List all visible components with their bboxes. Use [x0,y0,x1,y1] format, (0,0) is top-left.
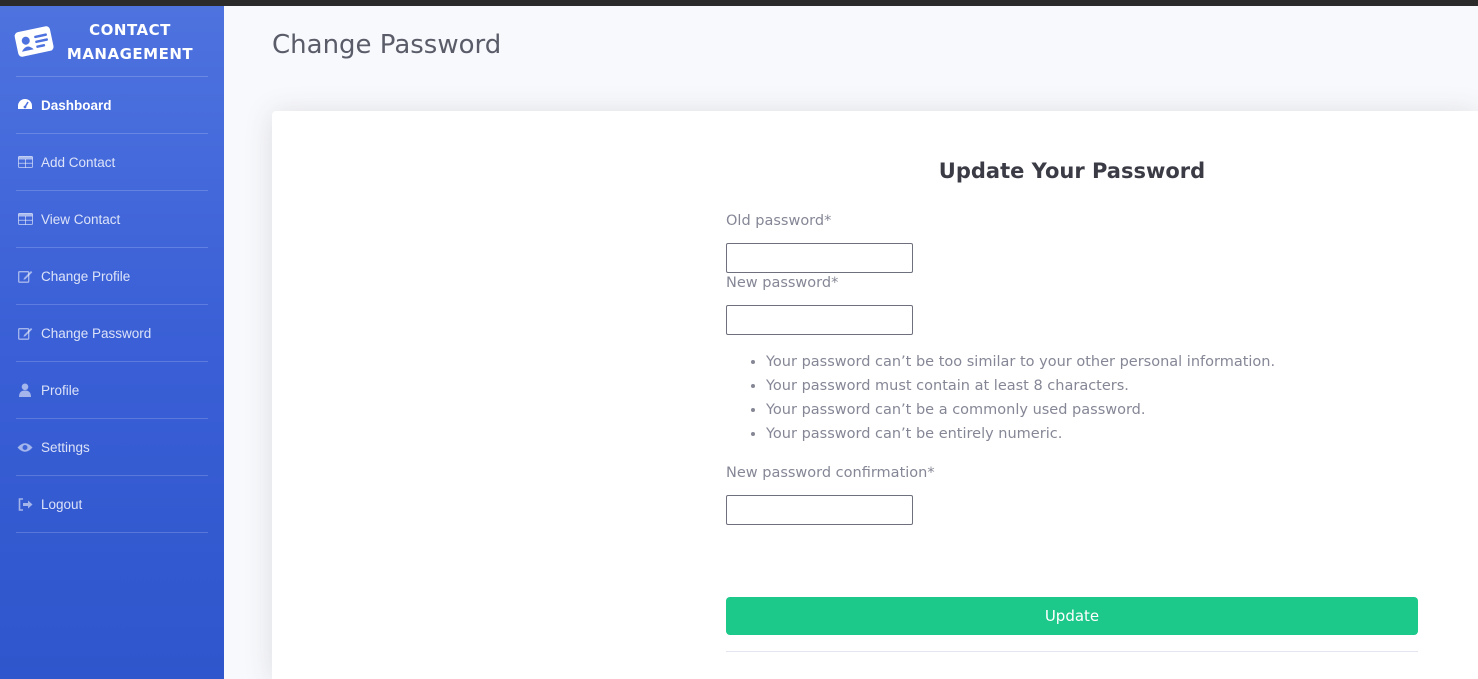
sidebar-item-label: Change Password [41,325,152,341]
form-divider [726,651,1418,652]
tachometer-icon [16,96,34,114]
sidebar-item-label: Settings [41,439,90,455]
brand-line-1: CONTACT [89,21,171,39]
sign-out-icon [16,495,34,513]
eye-icon [16,438,34,456]
sidebar-item-change-password[interactable]: Change Password [16,305,208,361]
sidebar-brand[interactable]: CONTACT MANAGEMENT [0,6,224,76]
edit-icon [16,324,34,342]
table-icon [16,210,34,228]
sidebar-item-view-contact[interactable]: View Contact [16,191,208,247]
list-item: Your password can’t be too similar to yo… [766,350,1386,374]
sidebar-divider [16,532,208,533]
brand-line-2: MANAGEMENT [66,45,194,63]
confirm-password-label: New password confirmation* [726,465,935,481]
sidebar: CONTACT MANAGEMENT Dashboard Add Contact… [0,6,224,679]
new-password-input[interactable] [726,305,913,335]
list-item: Your password can’t be entirely numeric. [766,422,1386,446]
sidebar-item-add-contact[interactable]: Add Contact [16,134,208,190]
sidebar-item-label: View Contact [41,211,121,227]
list-item: Your password must contain at least 8 ch… [766,374,1386,398]
table-icon [16,153,34,171]
contact-card-icon [14,26,54,57]
page-title: Change Password [272,30,502,60]
sidebar-item-profile[interactable]: Profile [16,362,208,418]
sidebar-item-logout[interactable]: Logout [16,476,208,532]
old-password-input[interactable] [726,243,913,273]
new-password-label: New password* [726,275,839,291]
update-button[interactable]: Update [726,597,1418,635]
list-item: Your password can’t be a commonly used p… [766,398,1386,422]
confirm-password-input[interactable] [726,495,913,525]
sidebar-item-label: Dashboard [41,97,112,113]
sidebar-item-label: Change Profile [41,268,131,284]
form-heading: Update Your Password [938,159,1206,183]
sidebar-item-label: Add Contact [41,154,116,170]
sidebar-item-label: Profile [41,382,80,398]
user-icon [16,381,34,399]
sidebar-item-settings[interactable]: Settings [16,419,208,475]
sidebar-item-change-profile[interactable]: Change Profile [16,248,208,304]
password-help-list: Your password can’t be too similar to yo… [746,350,1386,446]
old-password-label: Old password* [726,213,832,229]
sidebar-item-label: Logout [41,496,83,512]
edit-icon [16,267,34,285]
change-password-card: Update Your Password Old password* New p… [272,111,1478,679]
brand-title: CONTACT MANAGEMENT [52,18,208,66]
sidebar-item-dashboard[interactable]: Dashboard [16,77,208,133]
